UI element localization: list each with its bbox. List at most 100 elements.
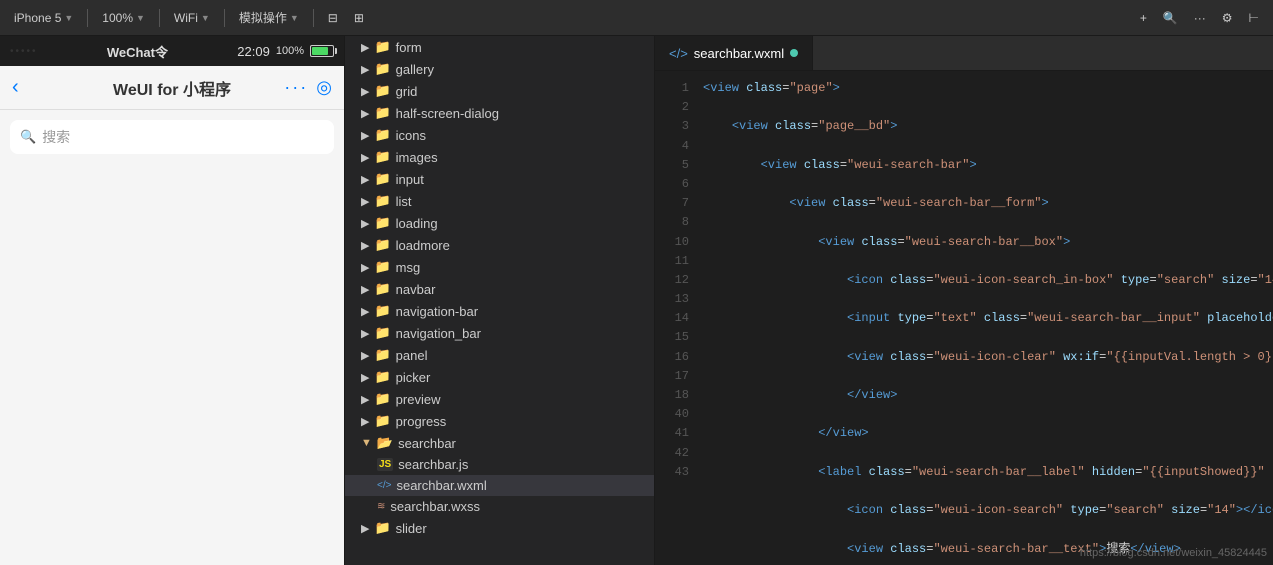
tree-item-label: panel [396, 348, 428, 363]
tree-item-preview[interactable]: ▶ 📁 preview [345, 388, 654, 410]
simulate-selector[interactable]: 模拟操作 ▼ [233, 6, 305, 29]
tree-item-icons[interactable]: ▶ 📁 icons [345, 124, 654, 146]
tree-item-label: half-screen-dialog [396, 106, 499, 121]
unsaved-indicator [790, 49, 798, 57]
sep3 [224, 9, 225, 27]
folder-icon: 📁 [374, 369, 390, 385]
tree-item-label: navigation-bar [396, 304, 478, 319]
folder-expand-icon: ▼ [361, 437, 372, 449]
tree-item-picker[interactable]: ▶ 📁 picker [345, 366, 654, 388]
device-chevron-icon: ▼ [64, 13, 73, 23]
code-line-4: <view class="weui-search-bar__form"> [703, 194, 1273, 213]
tree-item-loading[interactable]: ▶ 📁 loading [345, 212, 654, 234]
phone-content-area: 🔍 搜索 [0, 110, 344, 565]
code-line-3: <view class="weui-search-bar"> [703, 156, 1273, 175]
phone-target-button[interactable]: ◎ [316, 77, 332, 98]
watermark: https://blog.csdn.net/weixin_45824445 [1080, 547, 1267, 559]
phone-page-title: WeUI for 小程序 [113, 76, 231, 100]
folder-icon: 📁 [374, 193, 390, 209]
code-tab-searchbar-wxml[interactable]: </> searchbar.wxml [655, 36, 813, 70]
settings-button[interactable]: ⚙ [1216, 8, 1239, 28]
tree-item-navbar[interactable]: ▶ 📁 navbar [345, 278, 654, 300]
tree-item-searchbar-wxml[interactable]: </> searchbar.wxml [345, 475, 654, 496]
code-editor-panel: </> searchbar.wxml 1 2 3 4 5 6 7 8 10 11… [655, 36, 1273, 565]
folder-collapse-icon: ▶ [361, 173, 369, 186]
tree-item-grid[interactable]: ▶ 📁 grid [345, 80, 654, 102]
tree-item-msg[interactable]: ▶ 📁 msg [345, 256, 654, 278]
settings-icon: ⚙ [1222, 11, 1233, 25]
zoom-selector[interactable]: 100% ▼ [96, 8, 151, 28]
tree-item-label: images [396, 150, 438, 165]
simulate-chevron-icon: ▼ [290, 13, 299, 23]
tree-item-gallery[interactable]: ▶ 📁 gallery [345, 58, 654, 80]
main-layout: ••••• WeChat令 22:09 100% ‹ WeUI for 小程序 … [0, 36, 1273, 565]
phone-more-button[interactable]: ··· [284, 77, 308, 98]
folder-icon: 📁 [374, 171, 390, 187]
tree-item-form[interactable]: ▶ 📁 form [345, 36, 654, 58]
sep1 [87, 9, 88, 27]
phone-search-placeholder: 搜索 [42, 127, 70, 147]
tree-item-label: searchbar.js [398, 457, 468, 472]
tree-item-images[interactable]: ▶ 📁 images [345, 146, 654, 168]
tree-item-panel[interactable]: ▶ 📁 panel [345, 344, 654, 366]
tree-item-label: searchbar.wxml [396, 478, 486, 493]
folder-collapse-icon: ▶ [361, 261, 369, 274]
phone-preview-panel: ••••• WeChat令 22:09 100% ‹ WeUI for 小程序 … [0, 36, 345, 565]
zoom-label: 100% [102, 11, 133, 25]
tree-item-half-screen-dialog[interactable]: ▶ 📁 half-screen-dialog [345, 102, 654, 124]
tree-item-slider[interactable]: ▶ 📁 slider [345, 517, 654, 539]
folder-collapse-icon: ▶ [361, 522, 369, 535]
more-button[interactable]: ··· [1188, 8, 1212, 28]
folder-icon: 📁 [374, 149, 390, 165]
tree-item-label: slider [396, 521, 427, 536]
back-button[interactable]: ‹ [12, 76, 19, 99]
tree-item-label: grid [396, 84, 418, 99]
folder-collapse-icon: ▶ [361, 63, 369, 76]
split-button[interactable]: ⊢ [1243, 8, 1265, 28]
tree-item-label: loadmore [396, 238, 450, 253]
add-button[interactable]: + [1134, 8, 1153, 28]
tree-item-loadmore[interactable]: ▶ 📁 loadmore [345, 234, 654, 256]
folder-collapse-icon: ▶ [361, 393, 369, 406]
device-selector[interactable]: iPhone 5 ▼ [8, 8, 79, 28]
toolbar-icon-btn2[interactable]: ⊞ [348, 8, 370, 28]
wxss-file-icon: ≋ [377, 501, 385, 512]
code-editor-body[interactable]: 1 2 3 4 5 6 7 8 10 11 12 13 14 15 16 17 … [655, 71, 1273, 565]
layout-icon: ⊞ [354, 11, 364, 25]
wifi-selector[interactable]: WiFi ▼ [168, 8, 216, 28]
tree-item-input[interactable]: ▶ 📁 input [345, 168, 654, 190]
code-line-11: </view> [703, 424, 1273, 443]
tree-item-label: icons [396, 128, 426, 143]
phone-search-icon: 🔍 [20, 129, 36, 145]
folder-icon: 📁 [374, 413, 390, 429]
code-tab-bar: </> searchbar.wxml [655, 36, 1273, 71]
tree-item-searchbar-js[interactable]: JS searchbar.js [345, 454, 654, 475]
tree-item-label: loading [396, 216, 438, 231]
tree-item-searchbar[interactable]: ▼ 📂 searchbar [345, 432, 654, 454]
folder-icon: 📁 [374, 83, 390, 99]
phone-brand: WeChat令 [107, 42, 168, 61]
code-line-13: <icon class="weui-icon-search" type="sea… [703, 501, 1273, 520]
folder-icon: 📁 [374, 325, 390, 341]
folder-collapse-icon: ▶ [361, 107, 369, 120]
folder-collapse-icon: ▶ [361, 305, 369, 318]
tree-item-searchbar-wxss[interactable]: ≋ searchbar.wxss [345, 496, 654, 517]
tree-item-progress[interactable]: ▶ 📁 progress [345, 410, 654, 432]
line-numbers-gutter: 1 2 3 4 5 6 7 8 10 11 12 13 14 15 16 17 … [655, 71, 695, 565]
tree-item-navigation_bar[interactable]: ▶ 📁 navigation_bar [345, 322, 654, 344]
folder-icon: 📁 [374, 237, 390, 253]
tree-item-list[interactable]: ▶ 📁 list [345, 190, 654, 212]
phone-search-bar[interactable]: 🔍 搜索 [10, 120, 334, 154]
search-button[interactable]: 🔍 [1157, 8, 1184, 28]
folder-collapse-icon: ▶ [361, 415, 369, 428]
tree-item-label: form [396, 40, 422, 55]
tree-item-navigation-bar[interactable]: ▶ 📁 navigation-bar [345, 300, 654, 322]
wifi-chevron-icon: ▼ [201, 13, 210, 23]
toolbar-icon-btn1[interactable]: ⊟ [322, 8, 344, 28]
code-content[interactable]: <view class="page"> <view class="page__b… [695, 71, 1273, 565]
folder-icon: 📁 [374, 39, 390, 55]
toolbar: iPhone 5 ▼ 100% ▼ WiFi ▼ 模拟操作 ▼ ⊟ ⊞ + 🔍 … [0, 0, 1273, 36]
folder-icon: 📁 [374, 61, 390, 77]
tree-item-label: list [396, 194, 412, 209]
folder-collapse-icon: ▶ [361, 217, 369, 230]
